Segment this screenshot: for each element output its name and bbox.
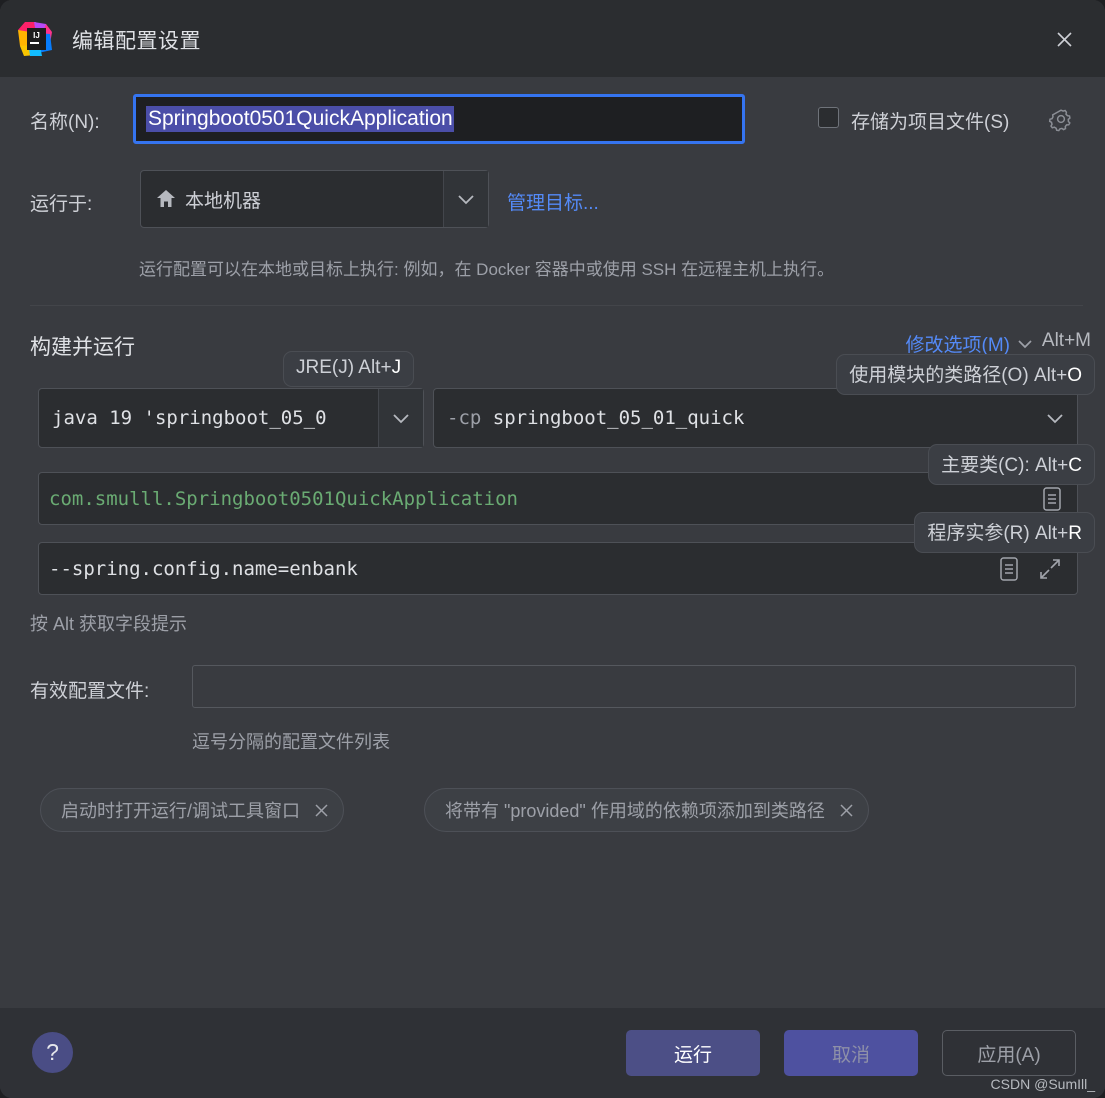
classpath-module: springboot_05_01_quick — [492, 407, 745, 429]
active-profiles-input[interactable] — [192, 665, 1076, 708]
name-input-value: Springboot0501QuickApplication — [146, 106, 454, 132]
tooltip-main-class-key: C — [1068, 455, 1082, 476]
classpath-flag: -cp — [447, 407, 482, 429]
cancel-button[interactable]: 取消 — [784, 1030, 918, 1076]
option-chip-label: 启动时打开运行/调试工具窗口 — [61, 801, 300, 821]
tooltip-jre-key: J — [391, 357, 402, 378]
tooltip-jre: JRE(J) Alt+J — [283, 351, 415, 387]
tooltip-module-classpath-text: 使用模块的类路径(O) Alt+ — [849, 365, 1068, 386]
dialog-titlebar: IJ 编辑配置设置 — [0, 0, 1105, 77]
watermark: CSDN @SumIll_ — [990, 1076, 1095, 1092]
active-profiles-label: 有效配置文件: — [30, 681, 150, 702]
expand-icon[interactable] — [1037, 556, 1063, 582]
run-button[interactable]: 运行 — [626, 1030, 760, 1076]
jre-value: java 19 'springboot_05_0 — [39, 407, 327, 429]
dialog-title: 编辑配置设置 — [72, 30, 201, 53]
option-chip[interactable]: 启动时打开运行/调试工具窗口 — [40, 788, 344, 832]
store-as-project-file-label[interactable]: 存储为项目文件(S) — [851, 107, 1009, 134]
chevron-down-icon[interactable] — [443, 171, 488, 227]
tooltip-main-class: 主要类(C): Alt+C — [928, 444, 1095, 485]
manage-targets-link[interactable]: 管理目标... — [507, 188, 599, 215]
tooltip-program-args-text: 程序实参(R) Alt+ — [927, 523, 1069, 544]
chevron-down-icon[interactable] — [378, 389, 423, 447]
run-on-target-value: 本地机器 — [185, 190, 262, 212]
active-profiles-hint: 逗号分隔的配置文件列表 — [192, 732, 390, 752]
classpath-value: -cp springboot_05_01_quick — [434, 407, 744, 429]
jre-combobox[interactable]: java 19 'springboot_05_0 — [38, 388, 424, 448]
build-and-run-title: 构建并运行 — [30, 336, 135, 359]
tooltip-module-classpath: 使用模块的类路径(O) Alt+O — [836, 354, 1095, 395]
tooltip-program-args: 程序实参(R) Alt+R — [914, 512, 1095, 553]
option-chip-label: 将带有 "provided" 作用域的依赖项添加到类路径 — [445, 801, 825, 821]
edit-configuration-settings-dialog: IJ 编辑配置设置 名称(N): Springboot0501QuickAppl… — [0, 0, 1105, 1098]
close-icon[interactable] — [1047, 22, 1081, 56]
tooltip-main-class-text: 主要类(C): Alt+ — [941, 455, 1069, 476]
tooltip-jre-text: JRE(J) Alt+ — [296, 357, 392, 378]
name-label: 名称(N): — [30, 112, 100, 133]
chevron-down-icon[interactable] — [1033, 389, 1077, 447]
close-icon[interactable] — [839, 803, 854, 818]
store-as-project-file-checkbox[interactable] — [818, 107, 839, 128]
apply-button[interactable]: 应用(A) — [942, 1030, 1076, 1076]
modify-options-link[interactable]: 修改选项(M) — [906, 330, 1010, 357]
browse-list-icon[interactable] — [1041, 486, 1063, 512]
program-arguments-value: --spring.config.name=enbank — [49, 557, 358, 580]
close-icon[interactable] — [314, 803, 329, 818]
option-chip[interactable]: 将带有 "provided" 作用域的依赖项添加到类路径 — [424, 788, 869, 832]
tooltip-module-classpath-key: O — [1067, 365, 1082, 386]
section-divider — [30, 305, 1083, 306]
intellij-idea-logo-icon: IJ — [16, 20, 54, 58]
gear-icon[interactable] — [1048, 106, 1074, 132]
home-icon — [155, 188, 177, 210]
svg-text:IJ: IJ — [33, 31, 40, 40]
jre-value-text: java 19 'springboot_05_0 — [52, 407, 327, 429]
alt-fields-hint: 按 Alt 获取字段提示 — [30, 614, 188, 634]
main-class-value: com.smulll.Springboot0501QuickApplicatio… — [49, 487, 518, 510]
tooltip-program-args-key: R — [1068, 523, 1082, 544]
run-on-target-combobox[interactable]: 本地机器 — [140, 170, 489, 228]
chevron-down-icon[interactable] — [1017, 336, 1033, 354]
help-button[interactable]: ? — [32, 1032, 73, 1073]
browse-list-icon[interactable] — [998, 556, 1020, 582]
name-input[interactable]: Springboot0501QuickApplication — [133, 94, 745, 144]
run-on-description: 运行配置可以在本地或目标上执行: 例如，在 Docker 容器中或使用 SSH … — [139, 260, 835, 279]
modify-options-shortcut: Alt+M — [1041, 330, 1091, 351]
run-on-label: 运行于: — [30, 194, 93, 215]
dialog-footer — [0, 1008, 1105, 1098]
classpath-combobox[interactable]: -cp springboot_05_01_quick — [433, 388, 1078, 448]
